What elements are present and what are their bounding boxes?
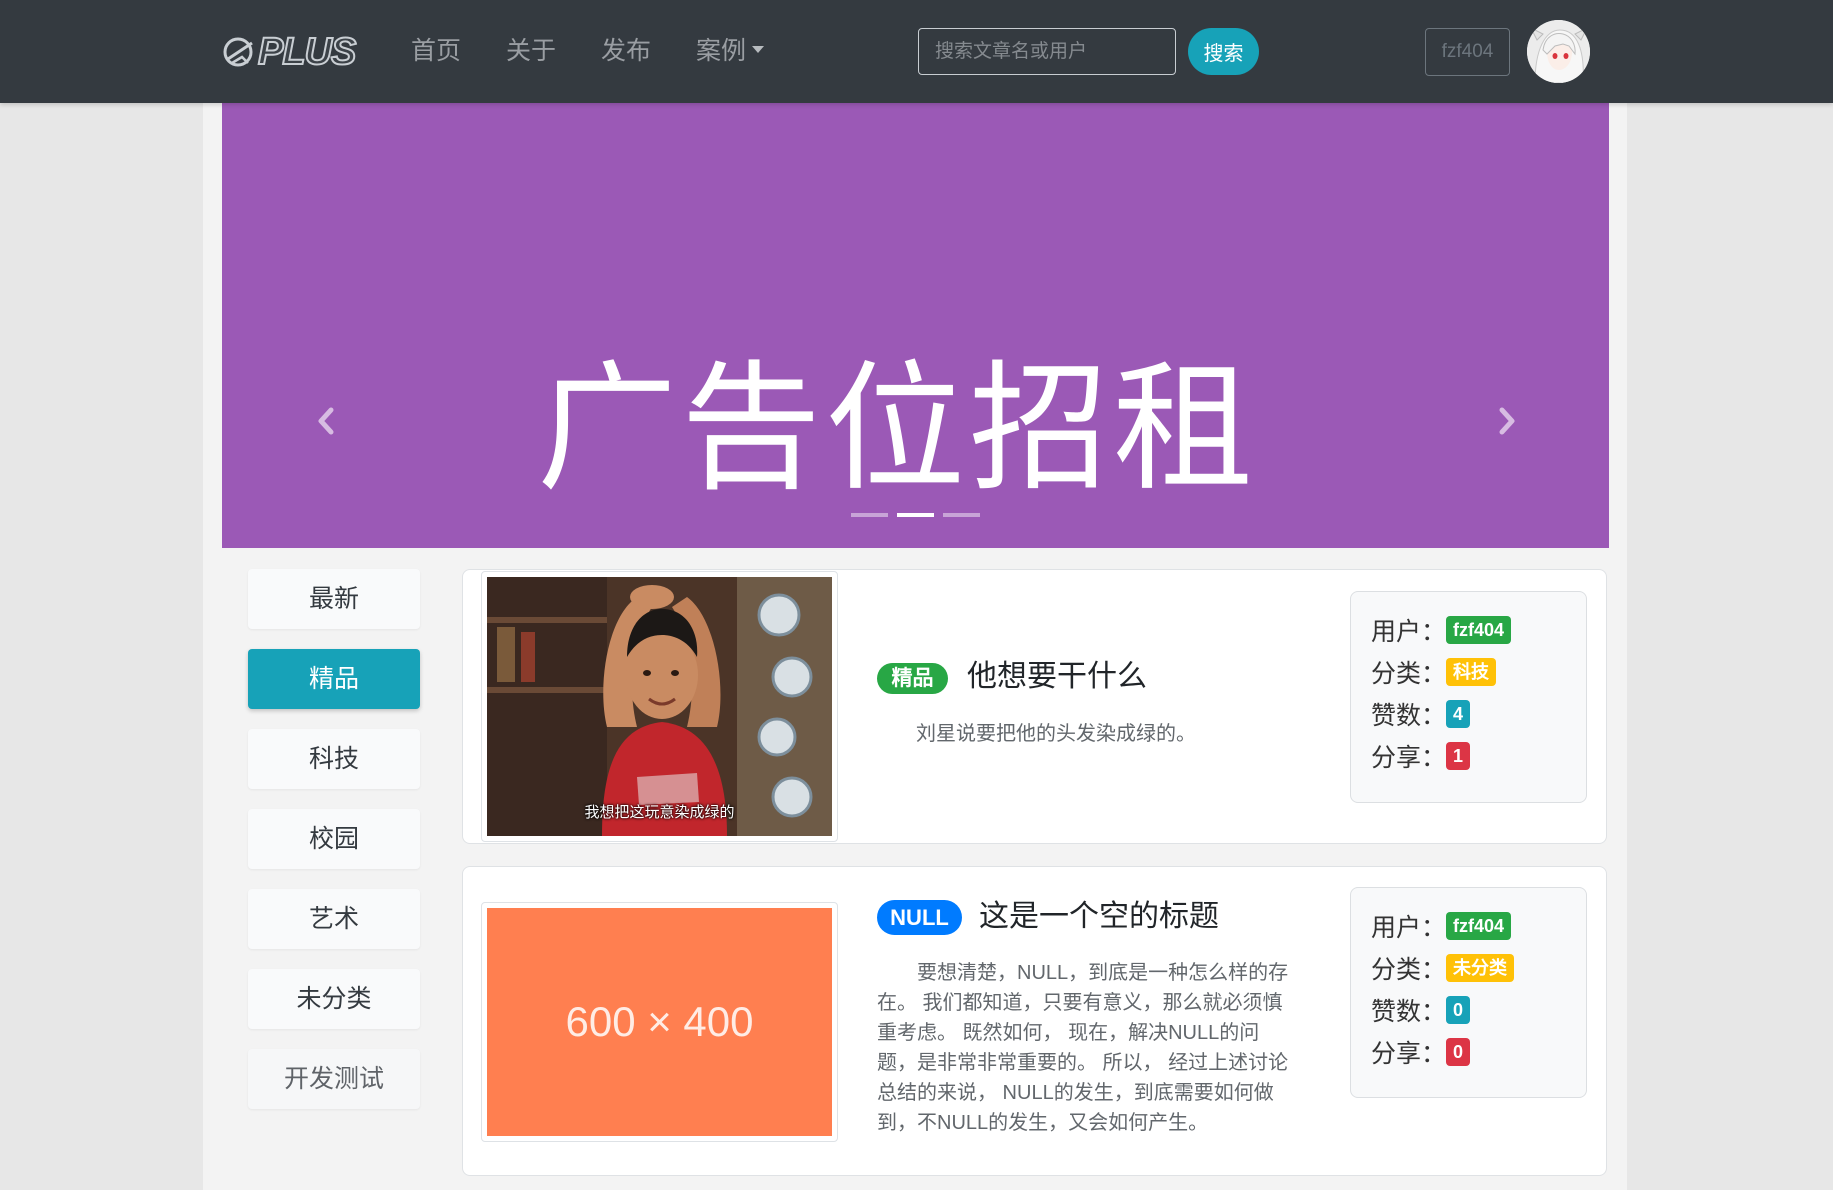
info-label: 分类：	[1371, 956, 1447, 984]
search-input[interactable]	[918, 28, 1176, 75]
chevron-right-icon	[1499, 407, 1515, 435]
navbar: PLUS 首页 关于 发布 案例 搜索 fzf404	[0, 0, 1833, 103]
post-image: 我想把这玩意染成绿的	[487, 577, 832, 836]
post-summary: 刘星说要把他的头发染成绿的。	[916, 723, 1196, 745]
category-badge[interactable]: 未分类	[1446, 954, 1515, 982]
logo-plane-icon	[223, 37, 253, 67]
info-label: 赞数：	[1371, 998, 1447, 1026]
info-row-likes: 赞数： 4	[1371, 693, 1586, 735]
info-label: 分享：	[1371, 744, 1447, 772]
image-placeholder-label: 600 × 400	[565, 998, 754, 1045]
user-badge[interactable]: fzf404	[1446, 912, 1512, 940]
likes-badge: 0	[1446, 996, 1471, 1024]
search-button[interactable]: 搜索	[1188, 28, 1259, 75]
nav-dropdown-cases[interactable]: 案例	[696, 34, 765, 68]
category-badge[interactable]: 科技	[1446, 658, 1497, 686]
info-row-likes: 赞数： 0	[1371, 989, 1586, 1031]
user-button[interactable]: fzf404	[1425, 28, 1510, 76]
user-badge[interactable]: fzf404	[1446, 616, 1512, 644]
post-image-placeholder: 600 × 400	[487, 908, 832, 1136]
info-row-category: 分类： 未分类	[1371, 947, 1586, 989]
chevron-left-icon	[318, 407, 334, 435]
nav-link-publish[interactable]: 发布	[601, 34, 651, 68]
carousel-next-button[interactable]	[1491, 404, 1521, 438]
nav-link-about[interactable]: 关于	[506, 34, 556, 68]
post-title[interactable]: 这是一个空的标题	[979, 899, 1219, 935]
shares-badge: 1	[1446, 742, 1471, 770]
likes-badge: 4	[1446, 700, 1471, 728]
image-caption: 我想把这玩意染成绿的	[584, 804, 735, 821]
info-label: 分类：	[1371, 660, 1447, 688]
avatar[interactable]	[1527, 20, 1590, 83]
post-card[interactable]: 600 × 400 NULL 这是一个空的标题 要想清楚，NULL，到底是一种怎…	[462, 866, 1607, 1176]
carousel: 广告位招租	[222, 103, 1609, 548]
sidebar-item-latest[interactable]: 最新	[248, 569, 420, 629]
sidebar-item-featured[interactable]: 精品	[248, 649, 420, 709]
info-row-shares: 分享： 0	[1371, 1031, 1586, 1073]
caret-down-icon	[752, 45, 765, 53]
carousel-indicator[interactable]	[851, 513, 888, 517]
info-row-shares: 分享： 1	[1371, 735, 1586, 777]
carousel-prev-button[interactable]	[312, 404, 342, 438]
sidebar-item-dev-test[interactable]: 开发测试	[248, 1049, 420, 1109]
info-label: 用户：	[1371, 618, 1447, 646]
post-tag-badge: 精品	[877, 663, 948, 694]
avatar-icon	[1527, 20, 1590, 83]
nav-link-home[interactable]: 首页	[411, 34, 461, 68]
sidebar-item-art[interactable]: 艺术	[248, 889, 420, 949]
info-row-category: 分类： 科技	[1371, 651, 1586, 693]
post-info-box: 用户： fzf404 分类： 未分类 赞数： 0 分享： 0	[1350, 887, 1587, 1098]
photo-boy-image	[487, 577, 832, 836]
shares-badge: 0	[1446, 1038, 1471, 1066]
post-summary: 要想清楚，NULL，到底是一种怎么样的存在。 我们都知道，只要有意义，那么就必须…	[877, 962, 1289, 1134]
carousel-indicator[interactable]	[897, 513, 934, 517]
info-label: 分享：	[1371, 1040, 1447, 1068]
carousel-indicators	[851, 513, 980, 517]
nav-dropdown-label: 案例	[696, 37, 747, 65]
info-row-user: 用户： fzf404	[1371, 905, 1586, 947]
site-logo[interactable]: PLUS	[222, 30, 357, 74]
logo-text: PLUS	[257, 30, 357, 74]
post-info-box: 用户： fzf404 分类： 科技 赞数： 4 分享： 1	[1350, 591, 1587, 803]
sidebar-item-campus[interactable]: 校园	[248, 809, 420, 869]
carousel-indicator[interactable]	[943, 513, 980, 517]
sidebar-item-uncategorized[interactable]: 未分类	[248, 969, 420, 1029]
info-label: 用户：	[1371, 914, 1447, 942]
post-thumbnail[interactable]: 600 × 400	[481, 902, 838, 1142]
post-card[interactable]: 我想把这玩意染成绿的 精品 他想要干什么 刘星说要把他的头发染成绿的。 用户： …	[462, 569, 1607, 844]
sidebar-item-tech[interactable]: 科技	[248, 729, 420, 789]
post-thumbnail[interactable]: 我想把这玩意染成绿的	[481, 571, 838, 842]
post-tag-badge: NULL	[877, 900, 962, 935]
post-title[interactable]: 他想要干什么	[967, 659, 1147, 695]
info-row-user: 用户： fzf404	[1371, 609, 1586, 651]
info-label: 赞数：	[1371, 702, 1447, 730]
carousel-slide-text: 广告位招租	[536, 350, 1257, 507]
